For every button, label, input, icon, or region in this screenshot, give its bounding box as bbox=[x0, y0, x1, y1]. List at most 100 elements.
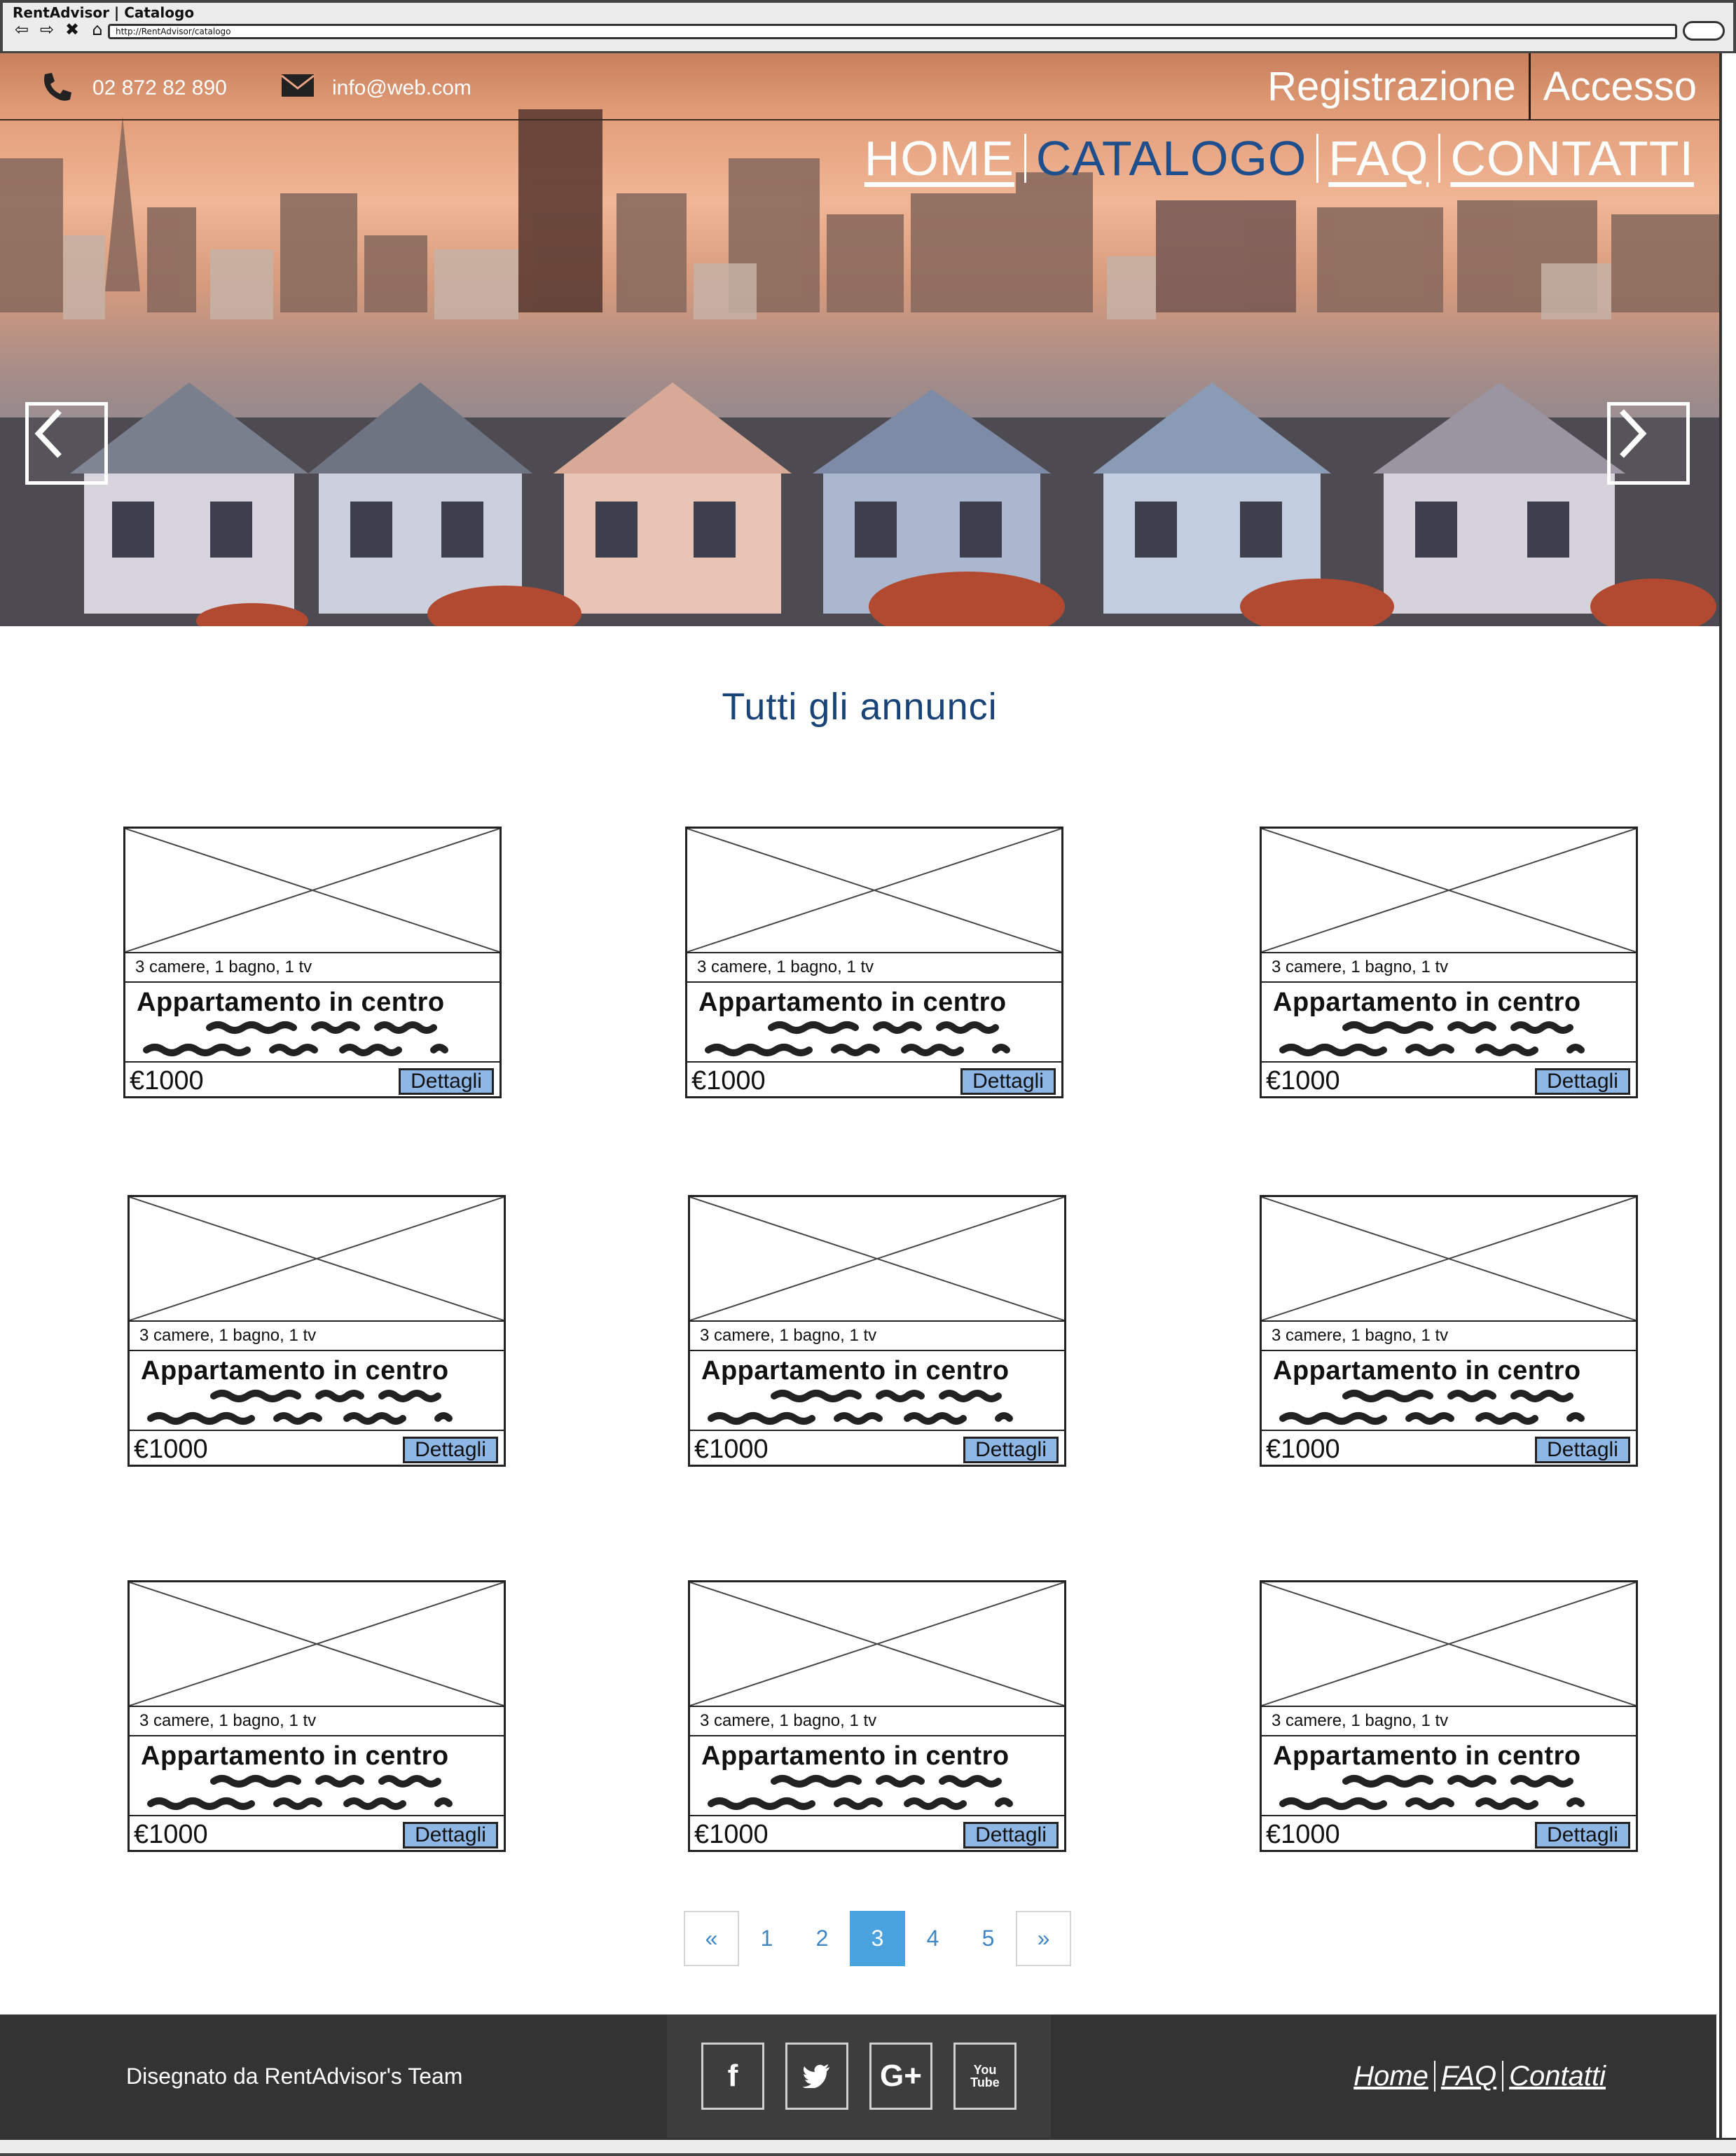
description-scribble bbox=[1276, 1773, 1626, 1816]
description-scribble bbox=[139, 1019, 490, 1063]
image-placeholder bbox=[1262, 1197, 1636, 1322]
pagination-page-3[interactable]: 3 bbox=[850, 1911, 905, 1966]
pagination-page-4[interactable]: 4 bbox=[905, 1911, 960, 1966]
listing-price: €1000 bbox=[134, 1820, 208, 1849]
browser-search-field[interactable] bbox=[1683, 21, 1725, 41]
listing-title: Appartamento in centro bbox=[1273, 988, 1581, 1017]
image-placeholder bbox=[1262, 1582, 1636, 1707]
image-placeholder bbox=[125, 829, 500, 953]
listing-title: Appartamento in centro bbox=[141, 1741, 449, 1771]
contact-phone[interactable]: 02 872 82 890 bbox=[41, 71, 227, 105]
details-button[interactable]: Dettagli bbox=[963, 1822, 1059, 1849]
youtube-icon[interactable]: You Tube bbox=[953, 2043, 1017, 2110]
address-bar[interactable]: http://RentAdvisor/catalogo bbox=[108, 24, 1677, 39]
details-button[interactable]: Dettagli bbox=[960, 1068, 1056, 1095]
facebook-icon[interactable]: f bbox=[701, 2043, 764, 2110]
login-link[interactable]: Accesso bbox=[1531, 53, 1709, 120]
image-placeholder bbox=[1262, 829, 1636, 953]
listing-card: 3 camere, 1 bagno, 1 tv Appartamento in c… bbox=[128, 1580, 506, 1852]
carousel-prev-button[interactable] bbox=[25, 402, 108, 485]
pagination: « 1 2 3 4 5 » bbox=[684, 1911, 1071, 1966]
main-nav: HOME CATALOGO FAQ CONTATTI bbox=[855, 123, 1704, 193]
description-scribble bbox=[704, 1388, 1054, 1431]
listing-footer: €1000 Dettagli bbox=[1262, 1061, 1636, 1098]
description-scribble bbox=[701, 1019, 1052, 1063]
listing-specs: 3 camere, 1 bagno, 1 tv bbox=[1262, 1707, 1636, 1736]
listing-card: 3 camere, 1 bagno, 1 tv Appartamento in c… bbox=[1260, 1195, 1638, 1467]
details-button[interactable]: Dettagli bbox=[963, 1437, 1059, 1463]
hero-banner: 02 872 82 890 info@web.com Registrazione… bbox=[0, 53, 1719, 626]
forward-icon[interactable]: ⇨ bbox=[36, 21, 57, 38]
listing-price: €1000 bbox=[1266, 1066, 1340, 1096]
register-link[interactable]: Registrazione bbox=[1255, 53, 1529, 120]
pagination-page-5[interactable]: 5 bbox=[960, 1911, 1016, 1966]
listing-footer: €1000 Dettagli bbox=[690, 1430, 1064, 1466]
details-button[interactable]: Dettagli bbox=[1535, 1822, 1630, 1849]
twitter-icon[interactable] bbox=[785, 2043, 848, 2110]
stop-icon[interactable]: ✖ bbox=[62, 21, 83, 38]
nav-home[interactable]: HOME bbox=[855, 123, 1024, 193]
listing-title: Appartamento in centro bbox=[698, 988, 1007, 1017]
nav-catalogo[interactable]: CATALOGO bbox=[1026, 123, 1317, 193]
image-placeholder bbox=[690, 1582, 1064, 1707]
footer-credit: Disegnato da RentAdvisor's Team bbox=[126, 2064, 463, 2089]
footer: Disegnato da RentAdvisor's Team f G+ You… bbox=[0, 2015, 1716, 2138]
footer-link-home[interactable]: Home bbox=[1348, 2015, 1434, 2138]
listing-price: €1000 bbox=[1266, 1820, 1340, 1849]
description-scribble bbox=[144, 1388, 494, 1431]
phone-number: 02 872 82 890 bbox=[92, 76, 227, 99]
footer-link-faq[interactable]: FAQ bbox=[1435, 2015, 1502, 2138]
listing-footer: €1000 Dettagli bbox=[687, 1061, 1061, 1098]
listing-card: 3 camere, 1 bagno, 1 tv Appartamento in c… bbox=[688, 1195, 1066, 1467]
pagination-page-1[interactable]: 1 bbox=[739, 1911, 794, 1966]
listing-title: Appartamento in centro bbox=[1273, 1741, 1581, 1771]
details-button[interactable]: Dettagli bbox=[1535, 1437, 1630, 1463]
footer-link-contatti[interactable]: Contatti bbox=[1503, 2015, 1611, 2138]
chevron-right-icon bbox=[1620, 409, 1647, 458]
listing-price: €1000 bbox=[130, 1066, 204, 1096]
listing-title: Appartamento in centro bbox=[137, 988, 445, 1017]
phone-icon bbox=[41, 71, 77, 105]
listing-specs: 3 camere, 1 bagno, 1 tv bbox=[690, 1707, 1064, 1736]
carousel-next-button[interactable] bbox=[1607, 402, 1690, 485]
nav-faq[interactable]: FAQ bbox=[1318, 123, 1438, 193]
listing-specs: 3 camere, 1 bagno, 1 tv bbox=[125, 953, 500, 983]
envelope-icon bbox=[280, 71, 317, 105]
footer-nav: Home FAQ Contatti bbox=[1348, 2015, 1611, 2138]
listing-title: Appartamento in centro bbox=[141, 1356, 449, 1385]
home-icon[interactable]: ⌂ bbox=[87, 21, 108, 38]
image-placeholder bbox=[130, 1197, 504, 1322]
listing-card: 3 camere, 1 bagno, 1 tv Appartamento in c… bbox=[1260, 1580, 1638, 1852]
pagination-prev[interactable]: « bbox=[684, 1911, 739, 1966]
details-button[interactable]: Dettagli bbox=[1535, 1068, 1630, 1095]
listing-card: 3 camere, 1 bagno, 1 tv Appartamento in c… bbox=[1260, 827, 1638, 1098]
contact-email[interactable]: info@web.com bbox=[280, 71, 471, 105]
listing-footer: €1000 Dettagli bbox=[130, 1430, 504, 1466]
details-button[interactable]: Dettagli bbox=[403, 1437, 498, 1463]
listing-specs: 3 camere, 1 bagno, 1 tv bbox=[130, 1322, 504, 1351]
pagination-next[interactable]: » bbox=[1016, 1911, 1071, 1966]
top-bar: 02 872 82 890 info@web.com Registrazione… bbox=[0, 53, 1719, 120]
listing-specs: 3 camere, 1 bagno, 1 tv bbox=[1262, 953, 1636, 983]
description-scribble bbox=[1276, 1388, 1626, 1431]
listing-footer: €1000 Dettagli bbox=[1262, 1430, 1636, 1466]
listing-specs: 3 camere, 1 bagno, 1 tv bbox=[1262, 1322, 1636, 1351]
details-button[interactable]: Dettagli bbox=[403, 1822, 498, 1849]
details-button[interactable]: Dettagli bbox=[399, 1068, 494, 1095]
auth-links: Registrazione Accesso bbox=[1255, 53, 1709, 120]
listing-price: €1000 bbox=[694, 1435, 769, 1464]
nav-contatti[interactable]: CONTATTI bbox=[1440, 123, 1704, 193]
listing-card: 3 camere, 1 bagno, 1 tv Appartamento in c… bbox=[128, 1195, 506, 1467]
listing-price: €1000 bbox=[1266, 1435, 1340, 1464]
listing-specs: 3 camere, 1 bagno, 1 tv bbox=[687, 953, 1061, 983]
page-title: Tutti gli annunci bbox=[722, 686, 998, 728]
image-placeholder bbox=[690, 1197, 1064, 1322]
google-plus-icon[interactable]: G+ bbox=[869, 2043, 932, 2110]
social-links: f G+ You Tube bbox=[667, 2015, 1051, 2138]
back-icon[interactable]: ⇦ bbox=[11, 21, 32, 38]
listing-footer: €1000 Dettagli bbox=[125, 1061, 500, 1098]
image-placeholder bbox=[130, 1582, 504, 1707]
pagination-page-2[interactable]: 2 bbox=[794, 1911, 850, 1966]
listing-price: €1000 bbox=[134, 1435, 208, 1464]
listing-specs: 3 camere, 1 bagno, 1 tv bbox=[690, 1322, 1064, 1351]
